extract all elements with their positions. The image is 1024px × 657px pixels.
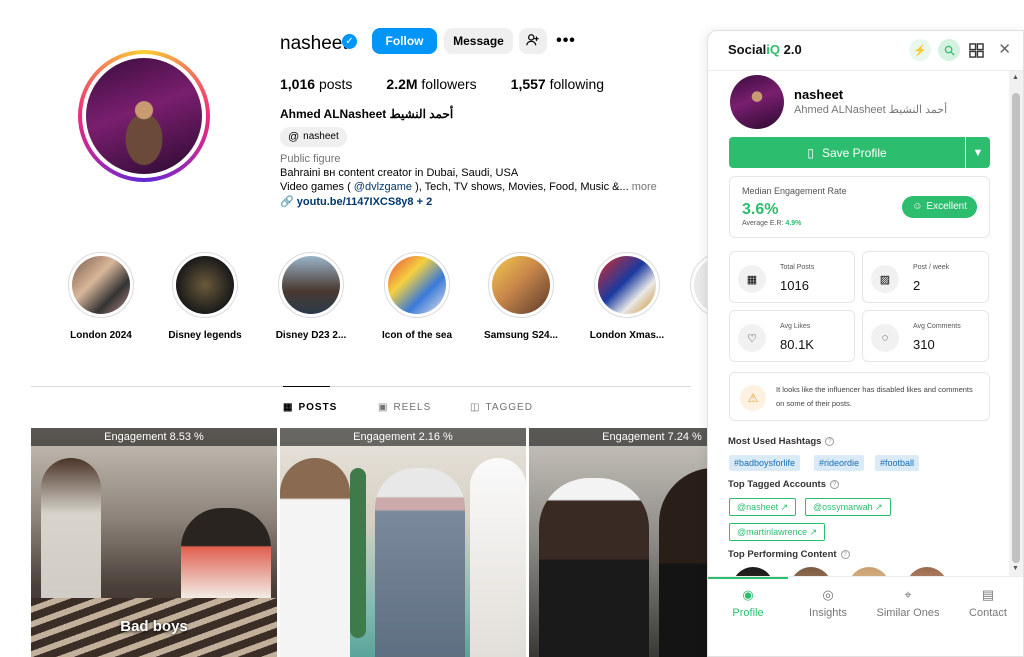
panel-username: nasheet <box>794 87 844 102</box>
reels-icon: ▣ <box>378 402 389 413</box>
save-profile-button[interactable]: ▯ Save Profile <box>729 137 965 168</box>
bulb-icon: ◎ <box>822 587 834 602</box>
scrollbar-thumb[interactable] <box>1012 93 1020 563</box>
scroll-down-icon[interactable]: ▼ <box>1012 565 1019 572</box>
profile-full-name: Ahmed ALNasheet أحمد النشيط <box>280 107 454 121</box>
avatar-image <box>86 58 202 174</box>
smile-icon: ☺ <box>912 201 923 212</box>
image-icon: ▨ <box>871 265 899 293</box>
similar-icon: ⌖ <box>904 587 912 602</box>
bio-mention-link[interactable]: @dvlzgame <box>354 181 412 193</box>
metric-card-post-week: ▨ Post / week 2 <box>862 251 989 303</box>
tagged-account-chip[interactable]: @nasheet ↗ <box>729 498 797 516</box>
link-icon: 🔗 <box>280 196 294 208</box>
message-button[interactable]: Message <box>444 28 513 54</box>
tab-posts[interactable]: ▦ POSTS <box>283 402 337 413</box>
story-highlight[interactable]: London Xmas... <box>582 252 672 341</box>
hashtag-chip[interactable]: #football <box>875 455 920 471</box>
followers-count[interactable]: 2.2M followers <box>386 76 476 92</box>
posts-count: 1,016 posts <box>280 76 353 92</box>
hashtag-chip[interactable]: #rideordie <box>814 455 865 471</box>
socialiq-panel: SocialiQ 2.0 ⚡ ✕ ▲ ▼ nasheet Ahmed ALNas… <box>707 30 1024 657</box>
heart-icon: ♡ <box>738 324 766 352</box>
profile-stats: 1,016 posts 2.2M followers 1,557 followi… <box>280 76 638 92</box>
hashtag-chip[interactable]: #badboysforlife <box>729 455 801 471</box>
tab-tagged[interactable]: ◫ TAGGED <box>470 402 533 413</box>
nav-profile[interactable]: ◉ Profile <box>708 577 788 627</box>
panel-avatar <box>730 75 784 129</box>
story-highlight[interactable]: Disney legends <box>160 252 250 341</box>
engagement-rate-card: Median Engagement Rate 3.6% Average E.R:… <box>729 176 990 238</box>
bookmark-icon: ▯ <box>807 145 814 160</box>
metric-card-avg-comments: ◌ Avg Comments 310 <box>862 310 989 362</box>
nav-similar-ones[interactable]: ⌖ Similar Ones <box>868 577 948 627</box>
story-highlight[interactable]: Icon of the sea <box>372 252 462 341</box>
profile-avatar[interactable] <box>78 50 210 182</box>
panel-full-name: Ahmed ALNasheet أحمد النشيط <box>794 104 948 116</box>
story-highlight[interactable]: Samsung S24... <box>476 252 566 341</box>
story-highlight[interactable]: London 2024 <box>56 252 146 341</box>
panel-bottom-nav: ◉ Profile ◎ Insights ⌖ Similar Ones ▤ Contac… <box>708 576 1023 656</box>
post-engagement-overlay: Engagement 2.16 % <box>280 428 526 446</box>
bio-line-2: Video games ( @dvlzgame ), Tech, TV show… <box>280 181 657 193</box>
tagged-icon: ◫ <box>470 402 481 413</box>
metric-card-total-posts: ▦ Total Posts 1016 <box>729 251 855 303</box>
page: nasheet ✓ Follow Message ••• 1,016 posts… <box>0 0 1024 657</box>
active-tab-indicator <box>283 386 330 387</box>
calendar-icon: ▦ <box>738 265 766 293</box>
post-tile[interactable]: Engagement 2.16 % <box>280 428 526 657</box>
profile-category: Public figure <box>280 153 341 165</box>
metric-card-avg-likes: ♡ Avg Likes 80.1K <box>729 310 855 362</box>
engagement-rate-value: 3.6% <box>742 201 779 218</box>
post-engagement-overlay: Engagement 8.53 % <box>31 428 277 446</box>
threads-link[interactable]: @ nasheet <box>280 127 347 147</box>
bio-external-link[interactable]: 🔗 youtu.be/1147IXCS8y8 + 2 <box>280 195 432 208</box>
chevron-down-icon: ▼ <box>972 146 984 159</box>
hashtags-title: Most Used Hashtags? <box>728 436 835 447</box>
nav-contact[interactable]: ▤ Contact <box>948 577 1023 627</box>
bio-more-link[interactable]: more <box>632 181 657 193</box>
help-icon[interactable]: ? <box>825 437 835 446</box>
help-icon[interactable]: ? <box>840 550 850 559</box>
more-options-icon[interactable]: ••• <box>554 29 578 53</box>
profile-username: nasheet <box>280 33 348 54</box>
post-caption-text: Bad boys <box>120 618 188 635</box>
lightning-icon[interactable]: ⚡ <box>909 39 931 61</box>
story-highlight[interactable]: Disney D23 2... <box>266 252 356 341</box>
post-tile[interactable]: Engagement 8.53 % Bad boys <box>31 428 277 657</box>
tabs-divider <box>31 386 691 387</box>
profile-icon: ◉ <box>742 587 754 602</box>
panel-header: SocialiQ 2.0 ⚡ ✕ <box>708 31 1023 71</box>
warning-icon: ⚠ <box>740 385 766 411</box>
excellent-badge: ☺ Excellent <box>902 196 977 218</box>
tab-reels[interactable]: ▣ REELS <box>378 402 431 413</box>
follow-button[interactable]: Follow <box>372 28 437 54</box>
tagged-account-chip[interactable]: @martinlawrence ↗ <box>729 523 826 541</box>
contact-icon: ▤ <box>981 587 995 602</box>
scroll-up-icon[interactable]: ▲ <box>1012 74 1019 81</box>
help-icon[interactable]: ? <box>830 480 839 489</box>
add-user-icon[interactable] <box>519 28 547 54</box>
verified-badge-icon: ✓ <box>342 34 357 49</box>
top-content-title: Top Performing Content? <box>728 549 850 560</box>
comment-icon: ◌ <box>871 324 899 352</box>
tagged-accounts-title: Top Tagged Accounts? <box>728 479 839 490</box>
nav-insights[interactable]: ◎ Insights <box>788 577 868 627</box>
save-options-dropdown[interactable]: ▼ <box>966 137 990 168</box>
disabled-likes-note: ⚠ It looks like the influencer has disab… <box>729 372 990 421</box>
brand-logo: SocialiQ 2.0 <box>728 42 802 57</box>
following-count[interactable]: 1,557 following <box>511 76 604 92</box>
close-icon[interactable]: ✕ <box>998 40 1011 58</box>
bio-line-1: Bahraini вн content creator in Dubai, Sa… <box>280 167 519 179</box>
qr-grid-icon[interactable] <box>965 39 987 61</box>
panel-scrollbar[interactable]: ▲ ▼ <box>1009 71 1023 576</box>
search-icon[interactable] <box>938 39 960 61</box>
tagged-account-chip[interactable]: @ossymarwah ↗ <box>805 498 891 516</box>
grid-icon: ▦ <box>283 402 294 413</box>
threads-icon: @ <box>288 131 300 143</box>
